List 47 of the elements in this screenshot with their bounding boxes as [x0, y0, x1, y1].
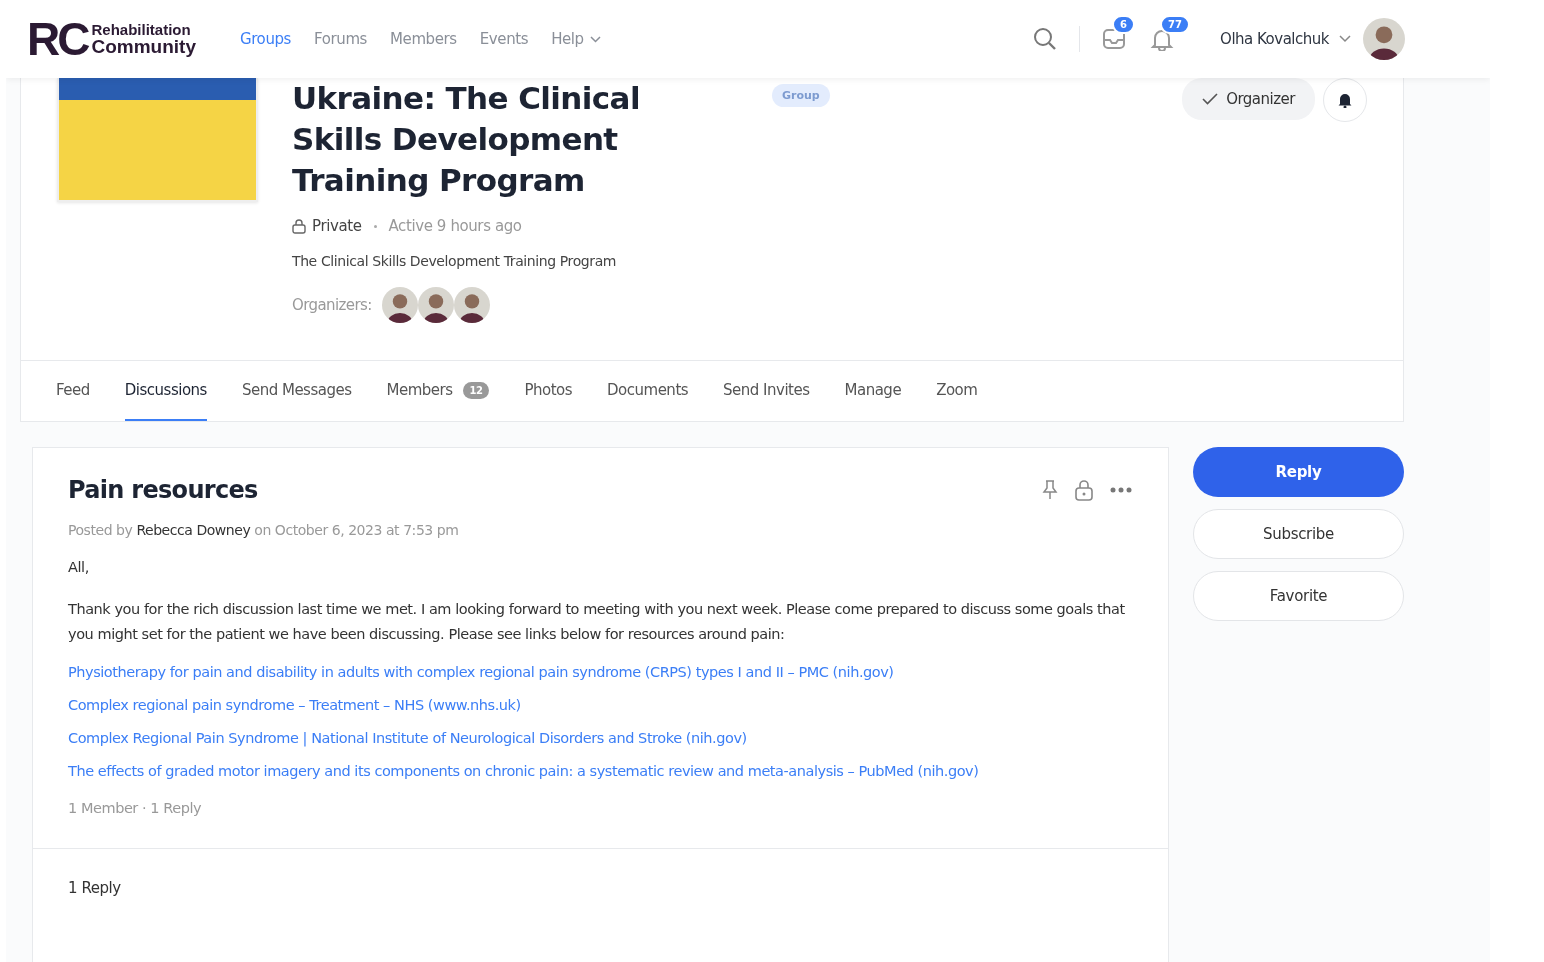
group-tab[interactable]: Send Invites	[723, 361, 810, 421]
count-badge: 77	[1160, 15, 1190, 34]
user-name[interactable]: Olha Kovalchuk	[1220, 30, 1329, 48]
resource-link[interactable]: Physiotherapy for pain and disability in adults with complex regional pain syndrome (CRPS) types I and II – PMC (nih.gov)	[68, 664, 1132, 680]
post-title: Pain resources	[68, 476, 258, 504]
group-badge: Group	[772, 84, 830, 107]
group-tab[interactable]: Zoom	[936, 361, 978, 421]
count-badge: 6	[1112, 15, 1136, 34]
bell-icon	[1338, 92, 1352, 108]
group-tab[interactable]: Members 12	[386, 361, 490, 421]
lock-icon	[292, 218, 306, 234]
resource-link[interactable]: Complex regional pain syndrome – Treatment – NHS (www.nhs.uk)	[68, 697, 1132, 713]
check-icon	[1202, 93, 1219, 105]
chevron-down-icon	[589, 35, 601, 43]
greeting-text: All,	[68, 558, 90, 577]
organizers-label: Organizers:	[292, 296, 372, 314]
replies-heading: 1 Reply	[67, 878, 122, 899]
lock-icon[interactable]	[1074, 479, 1094, 501]
pin-icon[interactable]	[1042, 480, 1058, 500]
resource-link[interactable]: Complex Regional Pain Syndrome | National Institute of Neurological Disorders and Stroke (nih.gov)	[68, 730, 1132, 746]
group-description: The Clinical Skills Development Training Program	[292, 253, 617, 269]
group-title: Ukraine: The Clinical Skills Development Training Program	[292, 79, 641, 200]
group-tab[interactable]: Feed	[56, 361, 90, 421]
bell-icon[interactable]	[1150, 27, 1175, 51]
group-tab[interactable]: Photos	[524, 361, 573, 421]
action-button[interactable]: Favorite	[1193, 571, 1404, 621]
organizer-button[interactable]: Organizer	[1182, 78, 1315, 120]
reply-button[interactable]: Reply	[1193, 447, 1404, 497]
count-badge: 12	[462, 381, 490, 399]
notification-bell-button[interactable]	[1323, 78, 1367, 122]
privacy-label: Private	[312, 217, 362, 235]
post-byline: Posted by Rebecca Downey on October 6, 2023 at 7:53 pm	[68, 522, 460, 538]
post-body-text: Thank you for the rich discussion last time we met. I am looking forward to meeting with you next week. Please come prepared to discuss some goals that you might set for the patient we have been discussing. Please see links below for resources around pain:	[68, 600, 1126, 644]
group-tab[interactable]: Documents	[607, 361, 689, 421]
search-icon[interactable]	[1033, 27, 1058, 51]
group-tab[interactable]: Manage	[844, 361, 902, 421]
group-tab[interactable]: Send Messages	[241, 361, 352, 421]
nav-link[interactable]: Groups	[239, 30, 292, 48]
resource-link[interactable]: The effects of graded motor imagery and its components on chronic pain: a systematic review and meta-analysis – PubMed (nih.gov)	[68, 763, 1132, 779]
chevron-down-icon[interactable]	[1339, 35, 1351, 43]
more-options-icon[interactable]	[1110, 487, 1132, 493]
post-meta-text: 1 Member · 1 Reply	[68, 800, 203, 816]
inbox-icon[interactable]	[1102, 27, 1127, 51]
avatar	[1363, 18, 1405, 60]
group-tab[interactable]: Discussions	[124, 361, 207, 421]
activity-text: Active 9 hours ago	[388, 217, 522, 235]
action-button[interactable]: Subscribe	[1193, 509, 1404, 559]
